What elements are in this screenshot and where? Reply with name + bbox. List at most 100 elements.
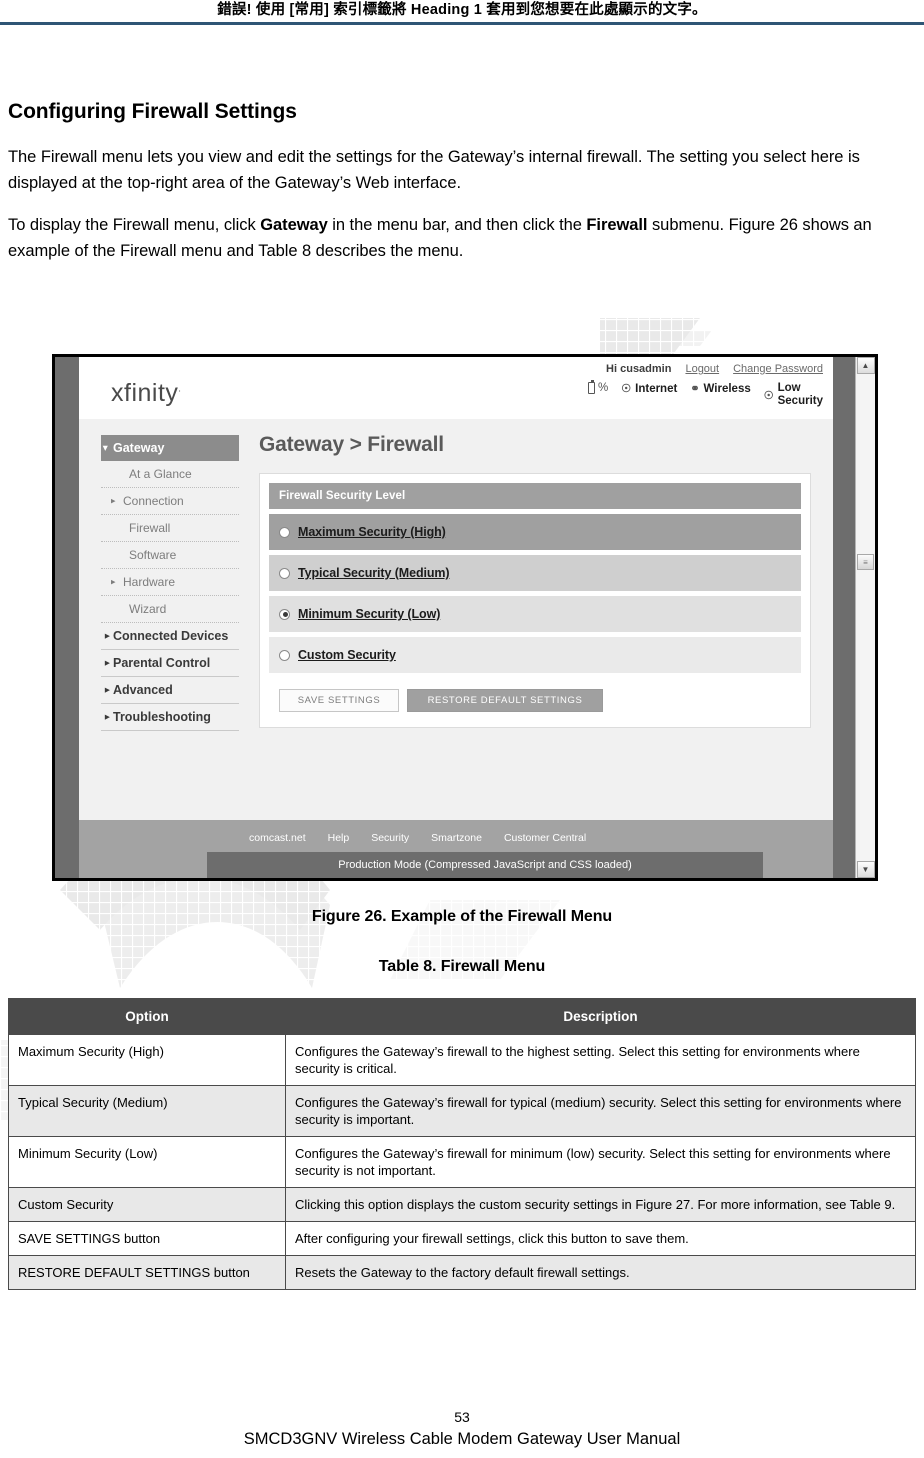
sidebar-item-software[interactable]: Software [101, 542, 239, 569]
breadcrumb: Gateway > Firewall [259, 433, 444, 456]
para2-seg2: in the menu bar, and then click the [327, 216, 587, 234]
footer-link-help[interactable]: Help [328, 832, 350, 844]
page-title: Configuring Firewall Settings [8, 100, 297, 123]
production-mode-banner: Production Mode (Compressed JavaScript a… [207, 852, 763, 878]
sidebar-item-advanced[interactable]: Advanced [101, 677, 239, 704]
sidebar-label-advanced: Advanced [113, 683, 173, 697]
gateway-sidebar: Gateway At a Glance Connection Firewall [79, 419, 249, 820]
cell-description: Configures the Gateway’s firewall to the… [285, 1034, 916, 1086]
change-password-link[interactable]: Change Password [733, 363, 823, 375]
status-bar: % ☉ Internet ⚭ Wireless ☉ Low Security [588, 380, 823, 408]
logout-link[interactable]: Logout [685, 363, 719, 375]
firewall-menu-table: Option Description Maximum Security (Hig… [8, 998, 916, 1290]
document-body: Configuring Firewall Settings The Firewa… [8, 100, 916, 280]
radio-maximum-security[interactable] [279, 526, 290, 538]
status-internet: ☉ Internet [621, 382, 677, 396]
xfinity-logo-text: xfinity [111, 379, 179, 407]
wireless-status-label: Wireless [703, 382, 751, 395]
cell-option: Typical Security (Medium) [8, 1085, 286, 1137]
label-custom-security: Custom Security [298, 648, 396, 662]
sidebar-label-troubleshooting: Troubleshooting [113, 710, 211, 724]
sidebar-item-firewall[interactable]: Firewall [101, 515, 239, 542]
vertical-scrollbar[interactable]: ▲ ≡ ▼ [855, 357, 875, 878]
gateway-content: Gateway At a Glance Connection Firewall [79, 419, 833, 820]
firewall-panel: Gateway > Firewall Firewall Security Lev… [249, 419, 833, 820]
para2-bold-gateway: Gateway [260, 216, 328, 234]
scrollbar-track[interactable]: ≡ [856, 374, 875, 861]
table-row: Maximum Security (High) Configures the G… [8, 1034, 916, 1086]
table-row: SAVE SETTINGS button After configuring y… [8, 1221, 916, 1256]
scroll-down-icon[interactable]: ▼ [856, 861, 875, 878]
firewall-menu-screenshot: xfinity. Hi cusadmin Logout Change Passw… [52, 354, 878, 881]
browser-right-gutter [833, 357, 855, 878]
radio-typical-security[interactable] [279, 567, 290, 579]
sidebar-label-firewall: Firewall [129, 521, 171, 535]
sidebar-label-connection: Connection [123, 494, 184, 508]
figure-caption: Figure 26. Example of the Firewall Menu [311, 908, 613, 925]
header-rule [0, 22, 924, 25]
greeting-label: Hi cusadmin [606, 363, 672, 375]
label-minimum-security: Minimum Security (Low) [298, 607, 441, 621]
scroll-up-icon[interactable]: ▲ [856, 357, 875, 374]
sidebar-label-at-a-glance: At a Glance [129, 467, 192, 481]
gateway-topbar: xfinity. Hi cusadmin Logout Change Passw… [79, 357, 833, 419]
radio-custom-security[interactable] [279, 649, 290, 661]
cell-description: After configuring your firewall settings… [285, 1221, 916, 1256]
column-header-option: Option [8, 998, 286, 1035]
security-status-icon: ☉ [763, 389, 774, 402]
scrollbar-thumb[interactable]: ≡ [857, 554, 874, 571]
battery-percent-label: % [598, 382, 609, 394]
cell-description: Resets the Gateway to the factory defaul… [285, 1255, 916, 1290]
sidebar-label-parental-control: Parental Control [113, 656, 211, 670]
document-footer: SMCD3GNV Wireless Cable Modem Gateway Us… [243, 1430, 681, 1448]
sidebar-item-hardware[interactable]: Hardware [101, 569, 239, 596]
sidebar-label-connected-devices: Connected Devices [113, 629, 229, 643]
footer-link-comcast[interactable]: comcast.net [249, 832, 306, 844]
running-header-text: 錯誤! 使用 [常用] 索引標籤將 Heading 1 套用到您想要在此處顯示的… [217, 2, 707, 18]
cell-option: RESTORE DEFAULT SETTINGS button [8, 1255, 286, 1290]
footer-link-security[interactable]: Security [371, 832, 409, 844]
column-header-description: Description [285, 998, 916, 1035]
account-bar: Hi cusadmin Logout Change Password [606, 363, 823, 375]
option-minimum-security[interactable]: Minimum Security (Low) [269, 596, 801, 632]
table-header-row: Option Description [8, 998, 916, 1035]
cell-description: Configures the Gateway’s firewall for mi… [285, 1136, 916, 1188]
sidebar-item-at-a-glance[interactable]: At a Glance [101, 461, 239, 488]
table-row: Typical Security (Medium) Configures the… [8, 1085, 916, 1137]
paragraph-navigation: To display the Firewall menu, click Gate… [8, 212, 916, 264]
xfinity-logo: xfinity. [111, 379, 182, 407]
cell-option: SAVE SETTINGS button [8, 1221, 286, 1256]
sidebar-label-software: Software [129, 548, 177, 562]
footer-link-smartzone[interactable]: Smartzone [431, 832, 482, 844]
cell-option: Maximum Security (High) [8, 1034, 286, 1086]
option-typical-security[interactable]: Typical Security (Medium) [269, 555, 801, 591]
sidebar-item-wizard[interactable]: Wizard [101, 596, 239, 623]
browser-left-gutter [55, 357, 79, 878]
label-maximum-security: Maximum Security (High) [298, 525, 446, 539]
para2-bold-firewall: Firewall [586, 216, 648, 234]
table-row: Minimum Security (Low) Configures the Ga… [8, 1136, 916, 1188]
cell-option: Custom Security [8, 1187, 286, 1222]
sidebar-item-gateway[interactable]: Gateway [101, 435, 239, 461]
sidebar-item-connection[interactable]: Connection [101, 488, 239, 515]
restore-default-settings-button[interactable]: RESTORE DEFAULT SETTINGS [407, 689, 603, 712]
option-maximum-security[interactable]: Maximum Security (High) [269, 514, 801, 550]
radio-minimum-security[interactable] [279, 608, 290, 620]
gateway-footer-links: comcast.net Help Security Smartzone Cust… [79, 830, 833, 852]
security-status-label: Low Security [778, 382, 823, 408]
cell-option: Minimum Security (Low) [8, 1136, 286, 1188]
footer-link-customer-central[interactable]: Customer Central [504, 832, 586, 844]
panel-heading: Firewall Security Level [269, 483, 801, 509]
panel-actions: SAVE SETTINGS RESTORE DEFAULT SETTINGS [269, 689, 801, 718]
security-level-line1: Low [777, 382, 801, 394]
option-custom-security[interactable]: Custom Security [269, 637, 801, 673]
sidebar-item-connected-devices[interactable]: Connected Devices [101, 623, 239, 650]
sidebar-item-parental-control[interactable]: Parental Control [101, 650, 239, 677]
cell-description: Clicking this option displays the custom… [285, 1187, 916, 1222]
sidebar-item-troubleshooting[interactable]: Troubleshooting [101, 704, 239, 731]
internet-status-icon: ☉ [621, 383, 632, 395]
table-row: Custom Security Clicking this option dis… [8, 1187, 916, 1222]
cell-description: Configures the Gateway’s firewall for ty… [285, 1085, 916, 1137]
status-security: ☉ Low Security [764, 382, 823, 408]
save-settings-button[interactable]: SAVE SETTINGS [279, 689, 399, 712]
